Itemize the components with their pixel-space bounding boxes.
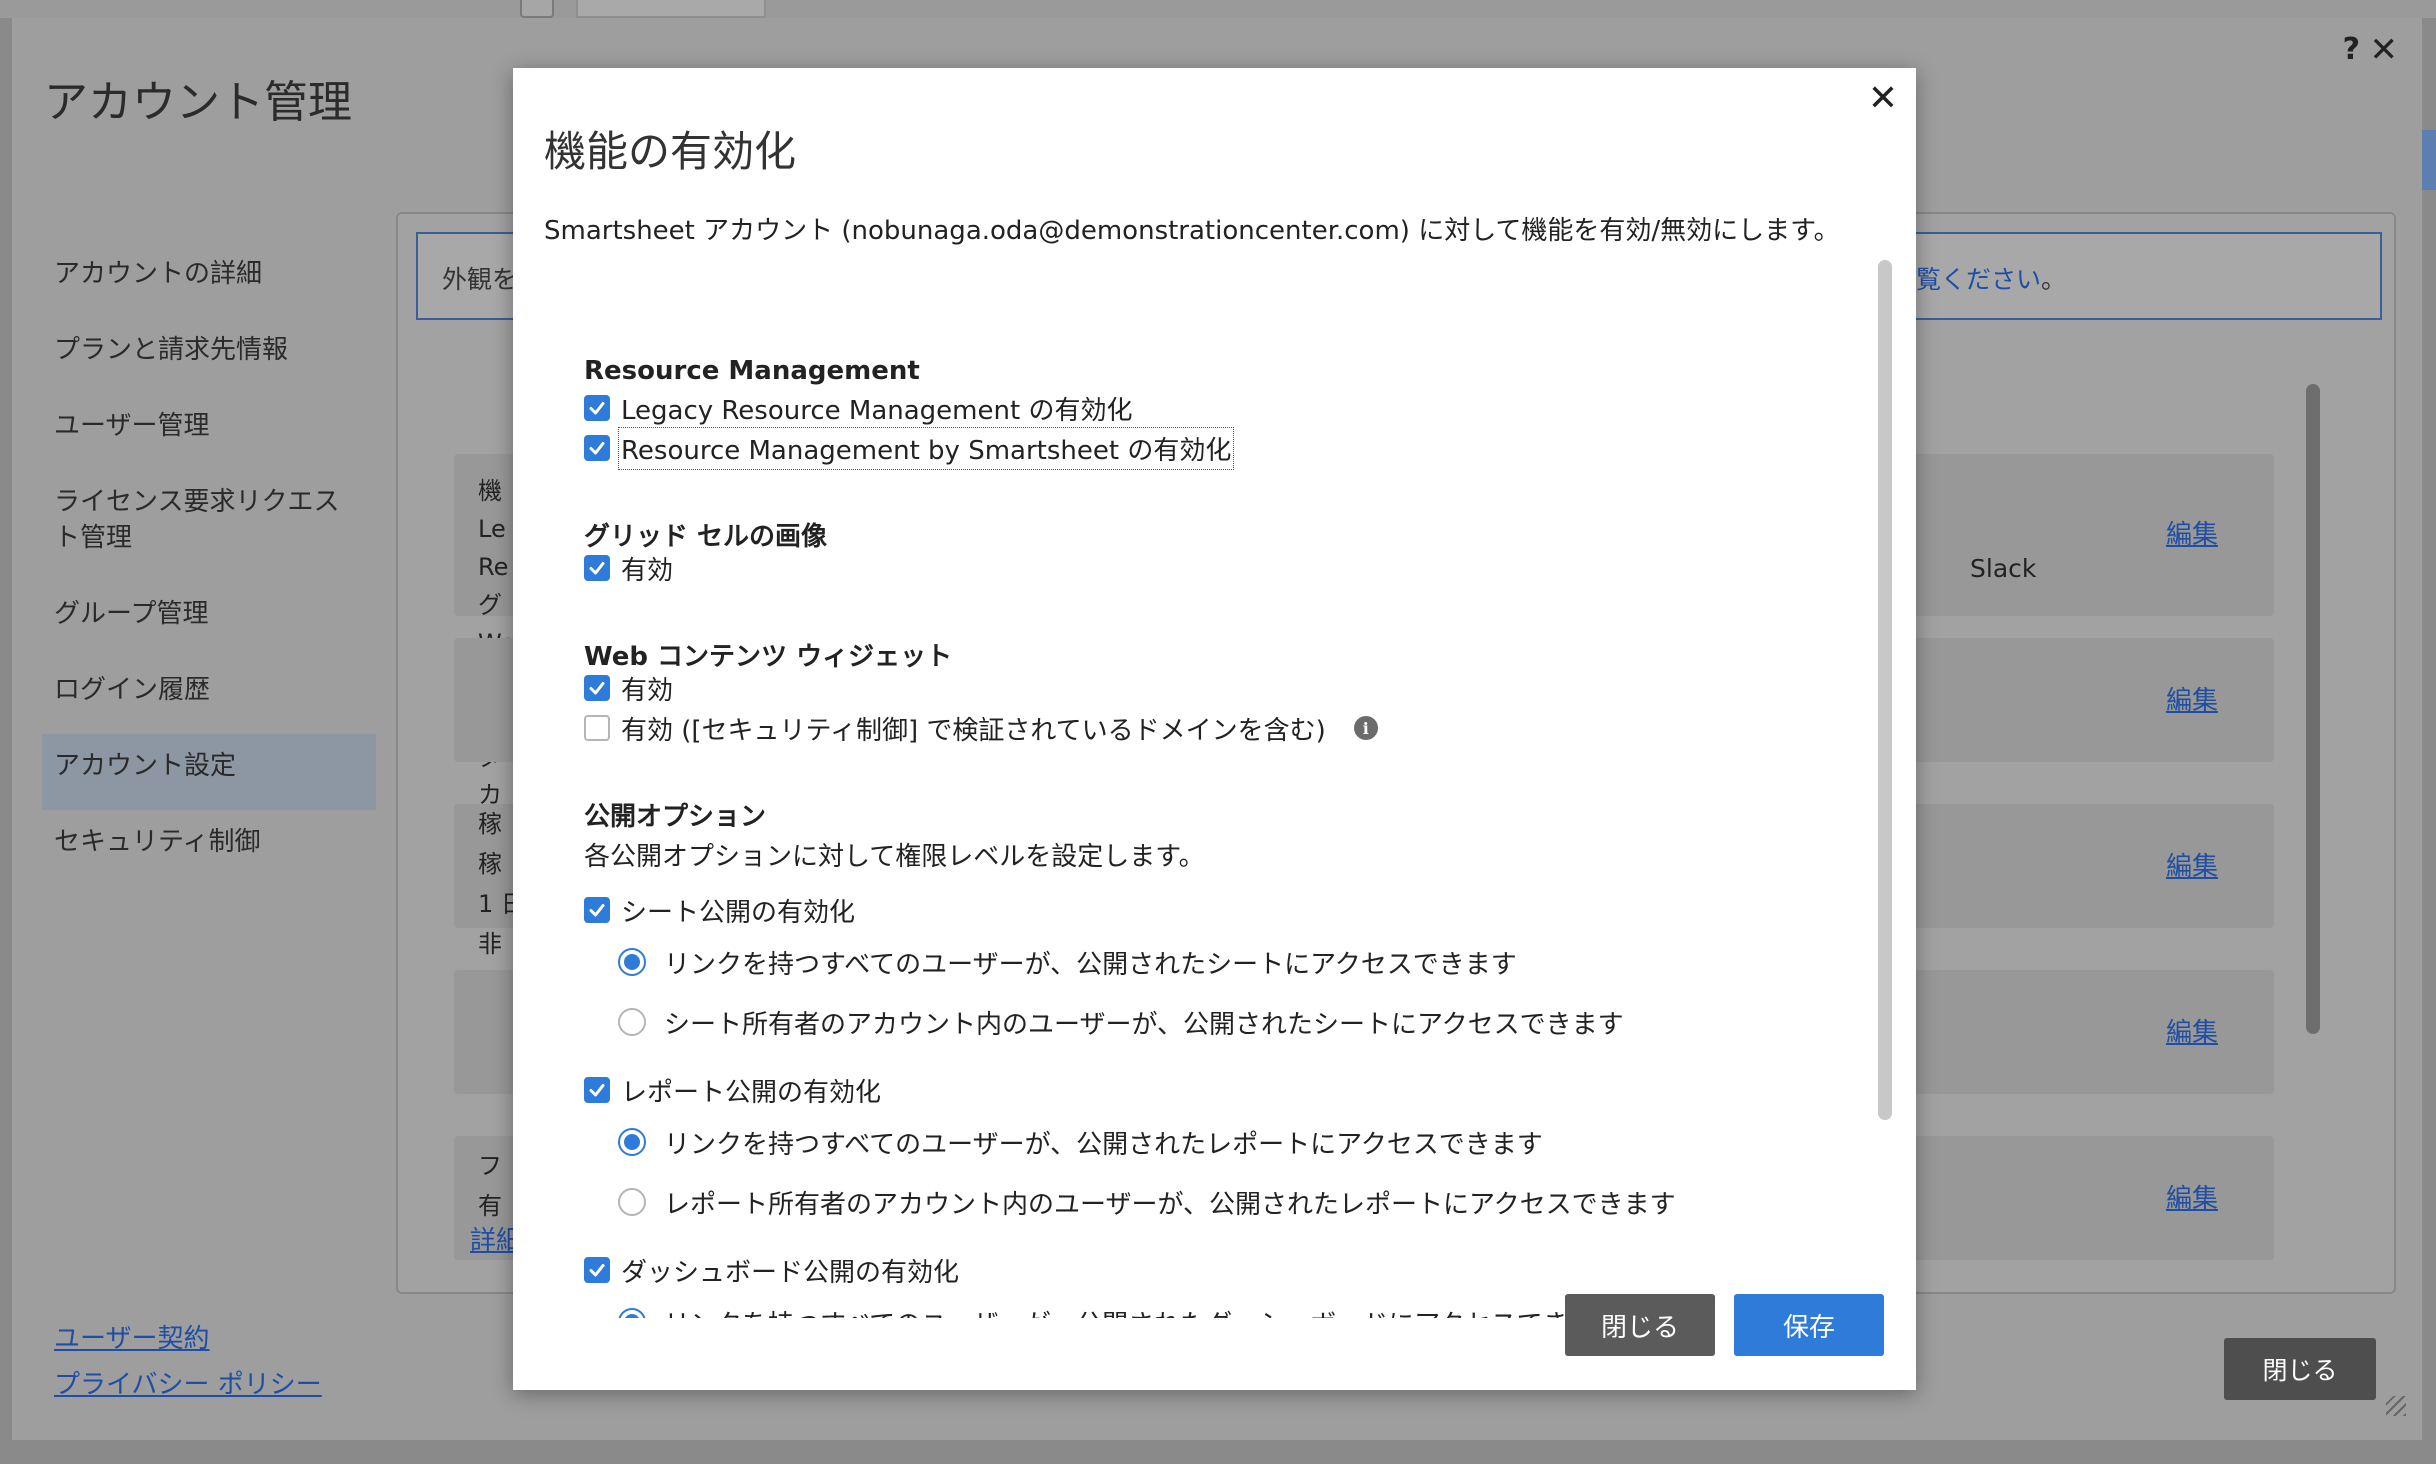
edit-link[interactable]: 編集 (2166, 846, 2218, 883)
account-admin-close-button[interactable]: 閉じる (2224, 1338, 2376, 1400)
checkbox-label: シート公開の有効化 (621, 897, 856, 928)
checkbox-label: Resource Management by Smartsheet の有効化 (617, 426, 1235, 470)
radio-selected[interactable] (618, 1308, 646, 1318)
checkbox-label: レポート公開の有効化 (621, 1077, 882, 1108)
help-icon[interactable]: ? (2343, 32, 2360, 67)
background-checkbox (520, 0, 554, 18)
radio-label: レポート所有者のアカウント内のユーザーが、公開されたレポートにアクセスできます (664, 1189, 1676, 1220)
checkbox-row-rm-by-smartsheet[interactable]: Resource Management by Smartsheet の有効化 (584, 426, 1235, 470)
checkbox-row-grid-enable[interactable]: 有効 (584, 550, 673, 586)
sidebar-item-account-details[interactable]: アカウントの詳細 (42, 242, 376, 318)
dialog-scroll-area: Resource Management Legacy Resource Mana… (513, 254, 1916, 1318)
background-edge-accent (2422, 130, 2436, 190)
checkbox-checked[interactable] (584, 435, 610, 461)
section-title-web-content-widget: Web コンテンツ ウィジェット (584, 642, 953, 672)
card-text: フ 有 (478, 1152, 502, 1220)
background-tab (576, 0, 766, 18)
banner-period: 。 (2041, 265, 2067, 294)
cancel-button[interactable]: 閉じる (1565, 1294, 1715, 1356)
sidebar-item-license-requests[interactable]: ライセンス要求リクエスト管理 (42, 470, 376, 582)
radio-row-sheet-anyone[interactable]: リンクを持つすべてのユーザーが、公開されたシートにアクセスできます (618, 944, 1517, 980)
radio-row-report-account-users[interactable]: レポート所有者のアカウント内のユーザーが、公開されたレポートにアクセスできます (618, 1184, 1676, 1220)
checkbox-row-sheet-publish[interactable]: シート公開の有効化 (584, 892, 855, 928)
edit-link[interactable]: 編集 (2166, 1012, 2218, 1049)
checkbox-label: 有効 ([セキュリティ制御] で検証されているドメインを含む) (621, 715, 1326, 746)
background-bottom-strip (0, 1440, 2436, 1464)
banner-link-area: 覧ください。 (1916, 260, 2066, 296)
save-button[interactable]: 保存 (1734, 1294, 1884, 1356)
account-admin-title: アカウント管理 (44, 77, 352, 128)
sidebar-item-login-history[interactable]: ログイン履歴 (42, 658, 376, 734)
sidebar-item-plan-billing[interactable]: プランと請求先情報 (42, 318, 376, 394)
account-admin-footer: ユーザー契約 プライバシー ポリシー (54, 1316, 322, 1408)
resize-grip-icon[interactable] (2386, 1396, 2406, 1416)
sidebar-item-security-controls[interactable]: セキュリティ制御 (42, 810, 376, 886)
section-title-resource-management: Resource Management (584, 356, 920, 386)
checkbox-label: 有効 (621, 555, 674, 586)
section-title-grid-images: グリッド セルの画像 (584, 522, 828, 552)
checkbox-checked[interactable] (584, 555, 610, 581)
radio-label: リンクを持つすべてのユーザーが、公開されたダッシュボードにアクセスできます (664, 1304, 1621, 1319)
radio-row-sheet-account-users[interactable]: シート所有者のアカウント内のユーザーが、公開されたシートにアクセスできます (618, 1004, 1624, 1040)
checkbox-row-web-enable-verified[interactable]: 有効 ([セキュリティ制御] で検証されているドメインを含む) i (584, 710, 1378, 746)
edit-link[interactable]: 編集 (2166, 1178, 2218, 1215)
checkbox-label: ダッシュボード公開の有効化 (621, 1257, 960, 1288)
checkbox-label: 有効 (621, 675, 674, 706)
checkbox-checked[interactable] (584, 1077, 610, 1103)
radio-unselected[interactable] (618, 1008, 646, 1036)
radio-unselected[interactable] (618, 1188, 646, 1216)
radio-selected[interactable] (618, 948, 646, 976)
info-icon[interactable]: i (1353, 716, 1378, 740)
checkbox-label: Legacy Resource Management の有効化 (621, 395, 1133, 426)
enable-features-dialog: ✕ 機能の有効化 Smartsheet アカウント (nobunaga.oda@… (513, 68, 1916, 1390)
radio-row-dashboard-anyone[interactable]: リンクを持つすべてのユーザーが、公開されたダッシュボードにアクセスできます (618, 1304, 1621, 1318)
sidebar-item-group-management[interactable]: グループ管理 (42, 582, 376, 658)
banner-link[interactable]: 覧ください (1916, 265, 2041, 294)
edit-link[interactable]: 編集 (2166, 680, 2218, 717)
banner-text: 外観を (442, 265, 518, 294)
radio-row-report-anyone[interactable]: リンクを持つすべてのユーザーが、公開されたレポートにアクセスできます (618, 1124, 1543, 1160)
account-admin-sidebar: アカウントの詳細 プランと請求先情報 ユーザー管理 ライセンス要求リクエスト管理… (42, 242, 376, 886)
user-agreement-link[interactable]: ユーザー契約 (54, 1316, 322, 1362)
checkbox-row-dashboard-publish[interactable]: ダッシュボード公開の有効化 (584, 1252, 959, 1288)
close-icon[interactable]: ✕ (1868, 78, 1898, 119)
checkbox-row-report-publish[interactable]: レポート公開の有効化 (584, 1072, 881, 1108)
checkbox-unchecked[interactable] (584, 715, 610, 741)
window-close-icon[interactable]: ✕ (2370, 30, 2399, 70)
dialog-title: 機能の有効化 (544, 127, 797, 176)
radio-label: リンクを持つすべてのユーザーが、公開されたシートにアクセスできます (664, 949, 1517, 980)
checkbox-row-legacy-rm[interactable]: Legacy Resource Management の有効化 (584, 390, 1132, 426)
checkbox-checked[interactable] (584, 675, 610, 701)
radio-selected[interactable] (618, 1128, 646, 1156)
checkbox-checked[interactable] (584, 897, 610, 923)
checkbox-checked[interactable] (584, 1257, 610, 1283)
checkbox-row-web-enable[interactable]: 有効 (584, 670, 673, 706)
dialog-description: Smartsheet アカウント (nobunaga.oda@demonstra… (544, 216, 1840, 246)
checkbox-checked[interactable] (584, 395, 610, 421)
panel-scrollbar[interactable] (2306, 384, 2320, 1034)
radio-label: シート所有者のアカウント内のユーザーが、公開されたシートにアクセスできます (664, 1009, 1624, 1040)
section-subtitle-publish-options: 各公開オプションに対して権限レベルを設定します。 (584, 842, 1205, 872)
radio-label: リンクを持つすべてのユーザーが、公開されたレポートにアクセスできます (664, 1129, 1543, 1160)
dialog-scrollbar[interactable] (1878, 260, 1892, 1120)
section-title-publish-options: 公開オプション (584, 802, 767, 832)
slack-label: Slack (1970, 554, 2037, 583)
sidebar-item-account-settings[interactable]: アカウント設定 (42, 734, 376, 810)
privacy-policy-link[interactable]: プライバシー ポリシー (54, 1362, 322, 1408)
sidebar-item-user-management[interactable]: ユーザー管理 (42, 394, 376, 470)
edit-link[interactable]: 編集 (2166, 514, 2218, 551)
background-toolbar-strip (0, 0, 2436, 18)
